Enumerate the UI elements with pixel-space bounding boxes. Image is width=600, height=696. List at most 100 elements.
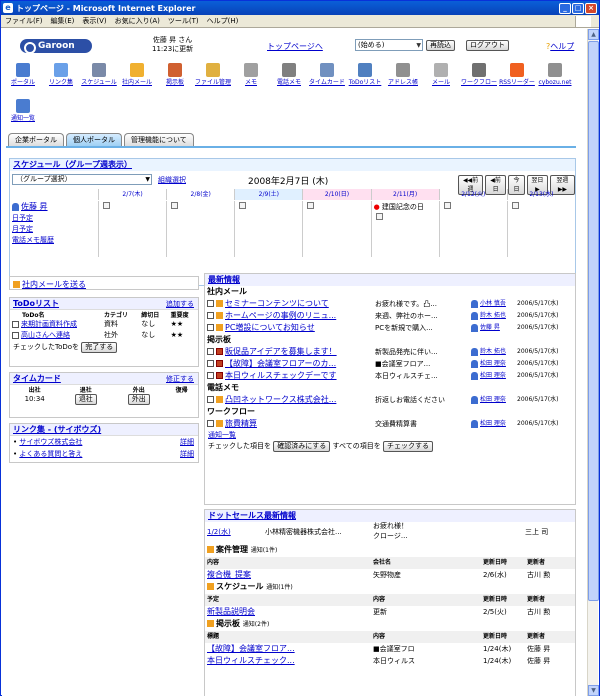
add-schedule-icon[interactable] — [375, 213, 383, 220]
group-select[interactable]: （グループ選択） — [12, 174, 152, 185]
news-item-title[interactable]: 本日ウィルスチェックデーです — [225, 371, 337, 380]
day-header[interactable]: 2/8(金) — [166, 189, 234, 200]
tab-company-portal[interactable]: 企業ポータル — [8, 133, 64, 146]
away-button[interactable]: 外出 — [127, 394, 150, 405]
link-detail[interactable]: 詳細 — [180, 436, 194, 448]
app-0[interactable]: ポータル — [4, 63, 42, 86]
news-item-user[interactable]: 松田 理奈 — [480, 420, 506, 427]
news-item-user[interactable]: 鈴木 拓也 — [480, 348, 506, 355]
news-checkbox[interactable] — [207, 324, 214, 331]
timecard-edit-link[interactable]: 修正する — [166, 373, 194, 385]
menu-favorites[interactable]: お気に入り(A) — [115, 16, 160, 26]
schedule-title-link[interactable]: スケジュール（グループ週表示） — [13, 160, 132, 169]
news-item-title[interactable]: 【故障】会議室フロアーのカ... — [225, 359, 336, 368]
start-select[interactable]: (始める) — [355, 39, 423, 51]
news-title-link[interactable]: 最新情報 — [208, 275, 240, 284]
news-item-title[interactable]: 販促品アイデアを募集します！ — [225, 347, 337, 356]
day-header[interactable]: 2/10(日) — [302, 189, 371, 200]
add-schedule-icon[interactable] — [171, 202, 179, 209]
menu-tools[interactable]: ツール(T) — [168, 16, 199, 26]
menu-view[interactable]: 表示(V) — [82, 16, 106, 26]
app-8[interactable]: タイムカード — [308, 63, 346, 86]
notice-list-link[interactable]: 通知一覧 — [208, 431, 236, 439]
minimize-button[interactable]: _ — [559, 2, 571, 14]
tab-personal-portal[interactable]: 個人ポータル — [66, 133, 122, 146]
day-header[interactable]: 2/11(月) — [370, 189, 439, 200]
link-item[interactable]: サイボウズ株式会社 — [19, 438, 82, 446]
add-schedule-icon[interactable] — [103, 202, 110, 209]
todo-title-link[interactable]: ToDoリスト — [13, 299, 59, 308]
maximize-button[interactable]: □ — [572, 2, 584, 14]
user-link[interactable]: 佐藤 昇 — [21, 202, 48, 211]
link-item[interactable]: よくある質問と答え — [19, 450, 82, 458]
news-item-title[interactable]: ホームページの事例のリニュ... — [225, 311, 336, 320]
app-15[interactable]: 通知一覧 — [4, 99, 42, 122]
clock-out-button[interactable]: 退社 — [74, 394, 97, 405]
check-all-button[interactable]: チェックする — [383, 441, 434, 452]
cell[interactable]: 新製品説明会 — [207, 606, 255, 618]
menu-help[interactable]: ヘルプ(H) — [207, 16, 239, 26]
news-checkbox[interactable] — [207, 360, 214, 367]
news-checkbox[interactable] — [207, 372, 214, 379]
tab-admin-functions[interactable]: 管理機能について — [124, 133, 194, 146]
news-item-user[interactable]: 小林 慎吾 — [480, 300, 506, 307]
news-item-title[interactable]: 旅費精算 — [225, 419, 257, 428]
close-button[interactable]: × — [585, 2, 597, 14]
app-13[interactable]: RSSリーダー — [498, 63, 536, 86]
news-checkbox[interactable] — [207, 396, 214, 403]
todo-name[interactable]: 来期計画資料作成 — [21, 320, 77, 328]
day-header[interactable]: 2/12(火) — [438, 189, 507, 200]
cell[interactable]: 【故障】会議室フロア... — [207, 643, 295, 655]
app-5[interactable]: ファイル管理 — [194, 63, 232, 86]
news-item-user[interactable]: 松田 理奈 — [480, 360, 506, 367]
app-4[interactable]: 掲示板 — [156, 63, 194, 86]
news-item-title[interactable]: PC増設についてお知らせ — [225, 323, 315, 332]
news-checkbox[interactable] — [207, 348, 214, 355]
dotsales-date[interactable]: 1/2(水) — [207, 526, 231, 538]
add-schedule-icon[interactable] — [511, 202, 519, 209]
app-3[interactable]: 社内メール — [118, 63, 156, 86]
add-schedule-icon[interactable] — [443, 202, 451, 209]
app-14[interactable]: cybozu.net — [536, 63, 574, 86]
todo-checkbox[interactable] — [12, 331, 19, 339]
news-item-user[interactable]: 佐藤 昇 — [480, 324, 500, 331]
logout-button[interactable]: ログアウト — [466, 40, 509, 51]
link-detail[interactable]: 詳細 — [180, 448, 194, 460]
vertical-scrollbar[interactable]: ▲ ▼ — [587, 29, 599, 696]
reload-button[interactable]: 再読込 — [426, 40, 455, 51]
dotsales-title-link[interactable]: ドットセールス最新情報 — [208, 511, 296, 520]
day-header[interactable]: 2/7(木) — [98, 189, 166, 200]
day-header[interactable]: 2/13(水) — [506, 189, 575, 200]
cell[interactable]: 本日ウィルスチェック... — [207, 655, 295, 667]
links-title-link[interactable]: リンク集 - (サイボウズ) — [13, 425, 101, 434]
app-12[interactable]: ワークフロー — [460, 63, 498, 86]
todo-name[interactable]: 高山さんへ連絡 — [21, 331, 70, 339]
cell[interactable]: 複合機_提案 — [207, 569, 251, 581]
todo-complete-button[interactable]: 完了する — [81, 342, 118, 353]
menu-file[interactable]: ファイル(F) — [5, 16, 43, 26]
app-10[interactable]: アドレス帳 — [384, 63, 422, 86]
app-2[interactable]: スケジュール — [80, 63, 118, 86]
top-page-link[interactable]: トップページへ — [267, 41, 323, 52]
app-11[interactable]: メール — [422, 63, 460, 86]
news-item-title[interactable]: 凸凹ネットワークス株式会社... — [225, 395, 336, 404]
news-item-user[interactable]: 松田 理奈 — [480, 372, 506, 379]
menu-edit[interactable]: 編集(E) — [51, 16, 75, 26]
scroll-down-button[interactable]: ▼ — [588, 685, 599, 696]
add-schedule-icon[interactable] — [307, 202, 315, 209]
month-schedule-link[interactable]: 月予定 — [12, 225, 33, 233]
scroll-thumb[interactable] — [588, 41, 599, 601]
news-item-user[interactable]: 鈴木 拓也 — [480, 312, 506, 319]
app-9[interactable]: ToDoリスト — [346, 63, 384, 86]
news-item-title[interactable]: セミナーコンテンツについて — [225, 299, 329, 308]
scroll-up-button[interactable]: ▲ — [588, 29, 599, 40]
app-6[interactable]: メモ — [232, 63, 270, 86]
day-schedule-link[interactable]: 日予定 — [12, 214, 33, 222]
news-checkbox[interactable] — [207, 420, 214, 427]
app-7[interactable]: 電話メモ — [270, 63, 308, 86]
confirm-button[interactable]: 確認済みにする — [273, 441, 331, 452]
add-schedule-icon[interactable] — [239, 202, 247, 209]
news-item-user[interactable]: 松田 理奈 — [480, 396, 506, 403]
day-header[interactable]: 2/9(土) — [234, 189, 303, 200]
app-1[interactable]: リンク集 — [42, 63, 80, 86]
